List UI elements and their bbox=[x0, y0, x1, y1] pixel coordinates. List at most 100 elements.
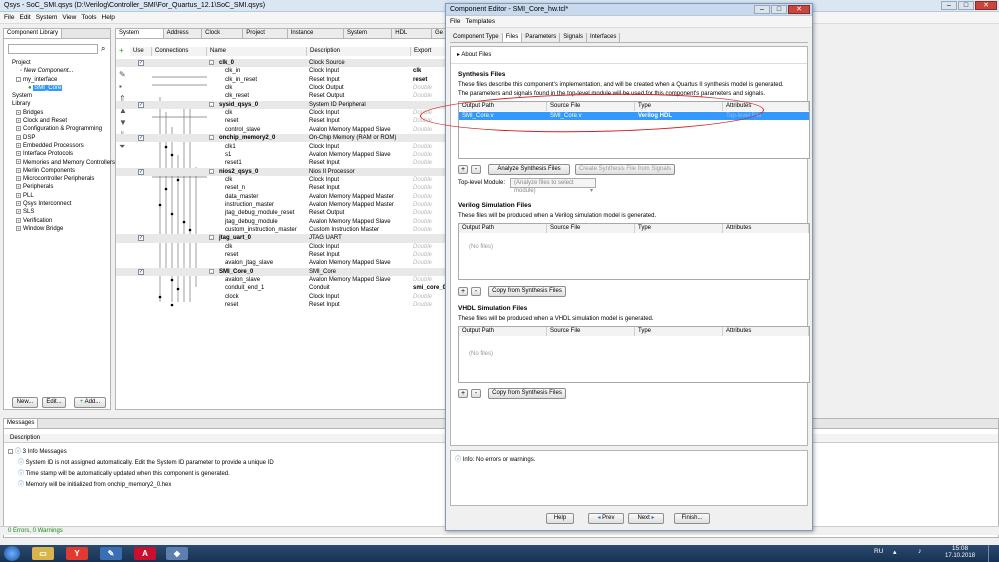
interface-row[interactable]: s1 Avalon Memory Mapped Slave Double bbox=[116, 151, 447, 159]
start-button[interactable] bbox=[4, 546, 20, 561]
add-file-button[interactable]: + bbox=[458, 287, 468, 296]
add-file-button[interactable]: + bbox=[458, 389, 468, 398]
interface-row[interactable]: data_master Avalon Memory Mapped Master Do… bbox=[116, 193, 447, 201]
show-desktop-button[interactable] bbox=[988, 545, 999, 562]
tree-new-component[interactable]: ◦ New Component... bbox=[12, 67, 112, 75]
menu-file[interactable]: File bbox=[4, 14, 14, 21]
expand-icon[interactable]: + bbox=[16, 118, 21, 123]
expand-icon[interactable]: + bbox=[16, 151, 21, 157]
collapse-icon[interactable]: - bbox=[209, 235, 214, 241]
use-checkbox[interactable]: ✓ bbox=[138, 168, 144, 175]
col-description[interactable]: Description bbox=[307, 47, 411, 56]
row-export[interactable]: Double bbox=[413, 259, 432, 267]
add-component-icon[interactable]: + bbox=[119, 45, 129, 57]
expand-icon[interactable]: + bbox=[16, 225, 21, 231]
menu-tools[interactable]: Tools bbox=[81, 14, 96, 21]
collapse-icon[interactable]: - bbox=[209, 268, 214, 274]
interface-row[interactable]: clk Clock Output Double bbox=[116, 84, 447, 92]
row-export[interactable]: Double bbox=[413, 193, 432, 201]
component-row[interactable]: ✓ - onchip_memory2_0 On-Chip Memory (RAM or… bbox=[116, 134, 447, 143]
component-row[interactable]: ✓ - clk_0 Clock Source bbox=[116, 59, 447, 68]
help-button[interactable]: Help bbox=[546, 513, 574, 524]
editor-menu-templates[interactable]: Templates bbox=[465, 18, 495, 25]
tree-item-dsp[interactable]: + DSP bbox=[12, 134, 112, 142]
interface-row[interactable]: clk_reset Reset Output Double bbox=[116, 92, 447, 100]
row-export[interactable]: Double bbox=[413, 201, 432, 209]
col-source-file[interactable]: Source File bbox=[547, 327, 635, 336]
expand-icon[interactable]: + bbox=[16, 109, 21, 115]
row-export[interactable]: Double bbox=[413, 251, 432, 259]
editor-close-button[interactable]: ✕ bbox=[788, 5, 810, 14]
interface-row[interactable]: instruction_master Avalon Memory Mapped M… bbox=[116, 201, 447, 209]
tree-library[interactable]: Library bbox=[12, 100, 112, 108]
tab-component-type[interactable]: Component Type bbox=[450, 33, 503, 42]
expand-icon[interactable]: + bbox=[16, 134, 21, 140]
col-export[interactable]: Export bbox=[411, 47, 449, 56]
interface-row[interactable]: clk_in_reset Reset Input reset bbox=[116, 76, 447, 84]
use-checkbox[interactable]: ✓ bbox=[138, 135, 144, 142]
interface-row[interactable]: jtag_debug_module_reset Reset Output Doubl… bbox=[116, 209, 447, 217]
tree-item-sls[interactable]: + SLS bbox=[12, 208, 112, 216]
use-checkbox[interactable]: ✓ bbox=[138, 235, 144, 242]
message-item[interactable]: ⓘ System ID is not assigned automaticall… bbox=[18, 457, 274, 466]
tree-project[interactable]: Project bbox=[12, 59, 112, 67]
row-export[interactable]: Double bbox=[413, 218, 432, 226]
col-attributes[interactable]: Attributes bbox=[723, 224, 809, 233]
tool-icon[interactable]: ✎ bbox=[100, 547, 122, 560]
tab-clock-settings[interactable]: Clock Settings bbox=[202, 29, 244, 38]
row-export[interactable]: Double bbox=[413, 151, 432, 159]
tab-messages[interactable]: Messages bbox=[4, 419, 39, 428]
use-checkbox[interactable]: ✓ bbox=[138, 268, 144, 275]
clock-time[interactable]: 15:08 bbox=[945, 545, 975, 552]
row-export[interactable]: clk bbox=[413, 67, 421, 75]
expand-icon[interactable]: + bbox=[16, 167, 21, 173]
expand-icon[interactable]: + bbox=[16, 200, 21, 206]
row-export[interactable]: Double bbox=[413, 293, 432, 301]
minimize-button[interactable]: – bbox=[941, 1, 957, 10]
pdf-reader-icon[interactable]: A bbox=[134, 547, 156, 560]
editor-menu-file[interactable]: File bbox=[450, 18, 460, 25]
collapse-icon[interactable]: - bbox=[209, 168, 214, 174]
tab-address-map[interactable]: Address Map bbox=[163, 29, 203, 38]
add-button[interactable]: + Add... bbox=[74, 397, 106, 408]
row-export[interactable]: Double bbox=[413, 184, 432, 192]
tree-my-interface[interactable]: - my_interface bbox=[12, 76, 112, 84]
collapse-icon[interactable]: - bbox=[209, 101, 214, 107]
interface-row[interactable]: conduit_end_1 Conduit smi_core_0 bbox=[116, 284, 447, 292]
row-export[interactable]: Double bbox=[413, 92, 432, 100]
row-export[interactable]: Double bbox=[413, 209, 432, 217]
interface-row[interactable]: clk Clock Input Double bbox=[116, 176, 447, 184]
expand-icon[interactable]: + bbox=[16, 142, 21, 148]
menu-edit[interactable]: Edit bbox=[19, 14, 30, 21]
tree-item-pll[interactable]: + PLL bbox=[12, 192, 112, 200]
col-output-path[interactable]: Output Path bbox=[459, 327, 547, 336]
interface-row[interactable]: reset Reset Input Double bbox=[116, 301, 447, 309]
tree-item-configuration[interactable]: + Configuration & Programming bbox=[12, 125, 112, 133]
expand-icon[interactable]: + bbox=[16, 126, 21, 132]
tree-item-microcontroller[interactable]: + Microcontroller Peripherals bbox=[12, 175, 112, 183]
row-export[interactable]: Double bbox=[413, 301, 432, 309]
row-export[interactable]: smi_core_0 bbox=[413, 284, 446, 292]
new-button[interactable]: New... bbox=[12, 397, 38, 408]
row-export[interactable]: Double bbox=[413, 226, 432, 234]
col-output-path[interactable]: Output Path bbox=[459, 224, 547, 233]
remove-file-button[interactable]: - bbox=[471, 389, 481, 398]
row-export[interactable]: Double bbox=[413, 126, 432, 134]
tree-item-qsys-interconnect[interactable]: + Qsys Interconnect bbox=[12, 200, 112, 208]
row-export[interactable]: Double bbox=[413, 84, 432, 92]
tree-item-embedded[interactable]: + Embedded Processors bbox=[12, 142, 112, 150]
tab-system-contents[interactable]: System Contents bbox=[116, 29, 164, 38]
tab-system-inspector[interactable]: System Inspector bbox=[343, 29, 393, 38]
message-item[interactable]: ⓘ Memory will be initialized from onchip… bbox=[18, 479, 171, 488]
component-row[interactable]: ✓ - sysid_qsys_0 System ID Peripheral bbox=[116, 100, 447, 110]
vhdl-copy-button[interactable]: Copy from Synthesis Files bbox=[488, 388, 566, 399]
tab-project-settings[interactable]: Project Settings bbox=[243, 29, 288, 38]
col-name[interactable]: Name bbox=[207, 47, 307, 56]
col-use[interactable]: Use bbox=[130, 47, 152, 56]
edit-button[interactable]: Edit... bbox=[42, 397, 66, 408]
col-attributes[interactable]: Attributes bbox=[723, 327, 809, 336]
menu-view[interactable]: View bbox=[62, 14, 76, 21]
library-search-input[interactable] bbox=[8, 44, 98, 54]
interface-row[interactable]: avalon_jtag_slave Avalon Memory Mapped Sl… bbox=[116, 259, 447, 267]
use-checkbox[interactable]: ✓ bbox=[138, 60, 144, 66]
